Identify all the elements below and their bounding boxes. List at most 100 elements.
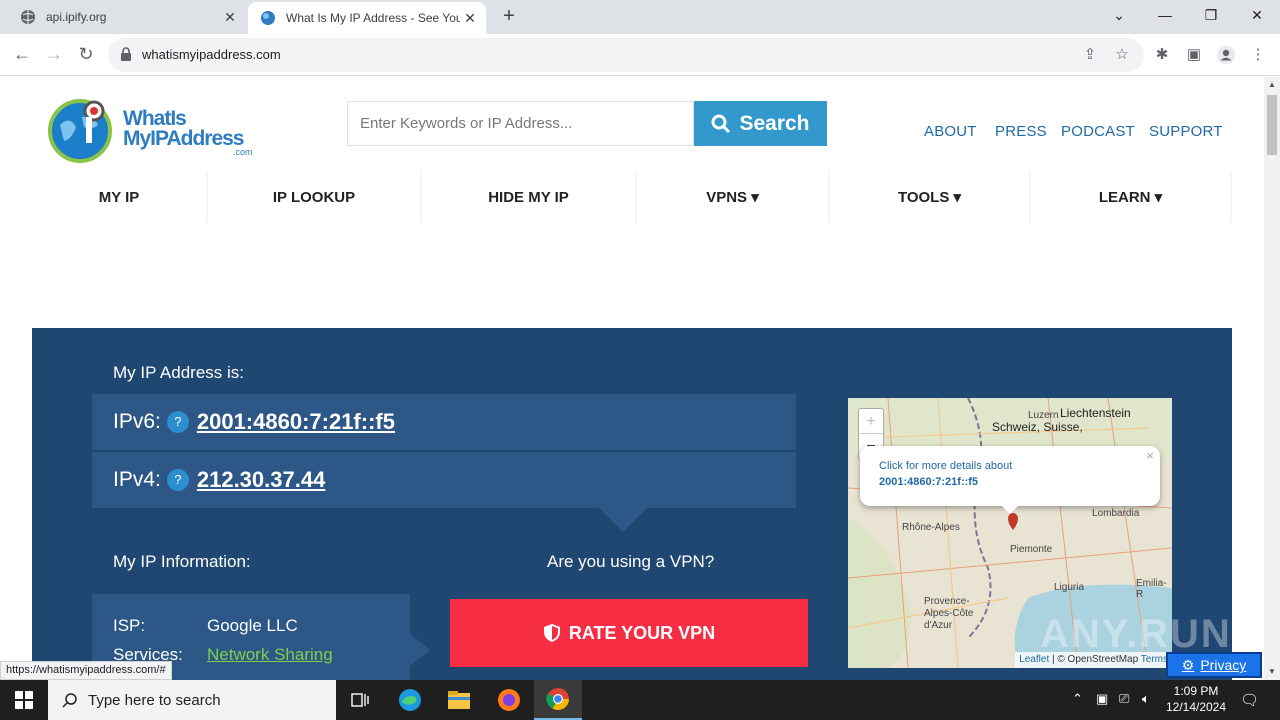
- web-page: WhatIs MyIPAddress .com Enter Keywords o…: [0, 77, 1264, 680]
- bookmark-star-icon[interactable]: ☆: [1113, 46, 1131, 64]
- isp-value: Google LLC: [207, 616, 298, 635]
- side-panel-icon[interactable]: ▣: [1184, 45, 1204, 65]
- press-link[interactable]: PRESS: [995, 123, 1047, 140]
- map-label: d'Azur: [924, 620, 953, 631]
- volume-icon[interactable]: 🔈︎: [1142, 691, 1150, 707]
- site-logo[interactable]: WhatIs MyIPAddress .com: [46, 95, 261, 165]
- menu-kebab-icon[interactable]: ⋮: [1248, 45, 1268, 65]
- chrome-icon[interactable]: [534, 680, 582, 720]
- scroll-up-icon[interactable]: ▲: [1264, 77, 1280, 93]
- map-label: Lombardia: [1092, 508, 1140, 519]
- tab-ipify[interactable]: api.ipify.org ✕: [8, 0, 246, 34]
- about-link[interactable]: ABOUT: [924, 123, 977, 140]
- profile-avatar-icon[interactable]: [1216, 45, 1236, 65]
- edge-icon[interactable]: [386, 680, 434, 720]
- clock-time: 1:09 PM: [1173, 684, 1219, 698]
- lock-icon: [120, 47, 132, 61]
- search-icon: [62, 693, 77, 708]
- privacy-label: Privacy: [1200, 657, 1247, 673]
- map-popup[interactable]: × Click for more details about 2001:4860…: [860, 446, 1160, 506]
- reload-button[interactable]: ↻: [74, 43, 98, 67]
- start-button[interactable]: [0, 680, 48, 720]
- close-tab-icon[interactable]: ✕: [460, 10, 480, 27]
- map-label: Alpes-Côte: [924, 608, 974, 619]
- site-favicon-icon: [260, 10, 276, 26]
- ip-heading: My IP Address is:: [113, 363, 245, 382]
- ipv4-value-link[interactable]: 212.30.37.44: [197, 467, 325, 493]
- zoom-in-button[interactable]: +: [859, 409, 883, 434]
- share-icon[interactable]: ⇪: [1081, 46, 1099, 64]
- page-scrollbar[interactable]: ▲ ▼: [1264, 77, 1280, 680]
- pointer-arrow: [597, 506, 649, 532]
- task-view-icon[interactable]: [336, 680, 384, 720]
- isp-arrow: [410, 634, 430, 666]
- rate-vpn-button[interactable]: RATE YOUR VPN: [450, 599, 808, 667]
- map-label: Piemonte: [1010, 544, 1053, 555]
- close-popup-icon[interactable]: ×: [1146, 448, 1154, 463]
- tab-search-chevron-icon[interactable]: ⌄: [1096, 0, 1142, 34]
- privacy-button[interactable]: ⚙ Privacy: [1166, 652, 1262, 678]
- anyrun-watermark: ANY.RUN: [1040, 612, 1232, 656]
- link-status-bar: https://whatismyipaddress.com/#: [0, 661, 172, 680]
- map-label: Liguria: [1054, 582, 1085, 593]
- close-tab-icon[interactable]: ✕: [220, 9, 240, 26]
- ipv6-value-link[interactable]: 2001:4860:7:21f::f5: [197, 409, 395, 435]
- new-tab-button[interactable]: +: [498, 6, 520, 28]
- popup-text: Click for more details about: [879, 460, 1013, 472]
- search-placeholder: Enter Keywords or IP Address...: [360, 115, 573, 132]
- globe-icon: [20, 9, 36, 25]
- ipv6-row: IPv6: ? 2001:4860:7:21f::f5: [92, 394, 796, 450]
- forward-button[interactable]: →: [42, 43, 66, 67]
- close-window-button[interactable]: ✕: [1234, 0, 1280, 34]
- shield-icon: [543, 624, 560, 642]
- search-input[interactable]: Enter Keywords or IP Address...: [347, 101, 694, 146]
- firefox-icon[interactable]: [485, 680, 533, 720]
- help-icon[interactable]: ?: [166, 469, 189, 491]
- support-link[interactable]: SUPPORT: [1149, 123, 1223, 140]
- network-icon[interactable]: ⎚: [1119, 691, 1129, 707]
- services-link[interactable]: Network Sharing: [207, 645, 333, 665]
- system-clock[interactable]: 1:09 PM 12/14/2024: [1164, 683, 1228, 715]
- url-text: whatismyipaddress.com: [142, 47, 281, 62]
- logo-suffix: .com: [233, 147, 253, 157]
- podcast-link[interactable]: PODCAST: [1061, 123, 1135, 140]
- vpn-question: Are you using a VPN?: [547, 552, 715, 571]
- taskbar-search-box[interactable]: Type here to search: [48, 680, 336, 720]
- scroll-thumb[interactable]: [1267, 95, 1277, 155]
- windows-taskbar: Type here to search ⌃ ▣ ⎚ 🔈︎ 1:09 PM 12/…: [0, 680, 1280, 720]
- search-icon: [711, 114, 731, 133]
- file-explorer-icon[interactable]: [435, 680, 483, 720]
- popup-ip: 2001:4860:7:21f::f5: [879, 476, 979, 488]
- map-label: Provence-: [924, 596, 970, 607]
- scroll-down-icon[interactable]: ▼: [1264, 664, 1280, 680]
- notifications-icon[interactable]: 🗨︎: [1240, 691, 1259, 709]
- nav-my-ip[interactable]: MY IP: [32, 171, 206, 223]
- nav-vpns[interactable]: VPNS ▾: [637, 171, 828, 223]
- tab-whatismyip[interactable]: What Is My IP Address - See Your ✕: [248, 2, 486, 34]
- nav-tools[interactable]: TOOLS ▾: [830, 171, 1029, 223]
- search-button[interactable]: Search: [694, 101, 827, 146]
- tray-chevron-icon[interactable]: ⌃: [1072, 691, 1083, 707]
- nav-learn[interactable]: LEARN ▾: [1031, 171, 1230, 223]
- tab-strip: api.ipify.org ✕ What Is My IP Address - …: [0, 0, 1280, 34]
- windows-logo-icon: [15, 691, 33, 709]
- back-button[interactable]: ←: [10, 43, 34, 67]
- gear-icon: ⚙: [1181, 656, 1195, 673]
- help-icon[interactable]: ?: [166, 411, 189, 433]
- ipv4-label: IPv4:: [113, 468, 161, 491]
- browser-toolbar: ← → ↻ whatismyipaddress.com ⇪ ☆ ✱ ▣ ⋮: [0, 34, 1280, 76]
- nav-ip-lookup[interactable]: IP LOOKUP: [208, 171, 420, 223]
- minimize-button[interactable]: —: [1142, 0, 1188, 34]
- tray-app-icon[interactable]: ▣: [1096, 691, 1108, 707]
- tab-label: What Is My IP Address - See Your: [286, 11, 460, 25]
- map-label: Emilia-R: [1136, 578, 1167, 600]
- nav-hide-my-ip[interactable]: HIDE MY IP: [422, 171, 635, 223]
- clock-date: 12/14/2024: [1165, 700, 1227, 714]
- ipv6-label: IPv6:: [113, 410, 161, 433]
- restore-button[interactable]: ❐: [1188, 0, 1234, 34]
- extensions-icon[interactable]: ✱: [1152, 45, 1172, 65]
- logo-text-line2: MyIPAddress: [123, 127, 244, 150]
- ipv4-row: IPv4: ? 212.30.37.44: [92, 452, 796, 508]
- taskbar-search-placeholder: Type here to search: [88, 691, 221, 709]
- address-bar[interactable]: whatismyipaddress.com ⇪ ☆: [108, 38, 1144, 72]
